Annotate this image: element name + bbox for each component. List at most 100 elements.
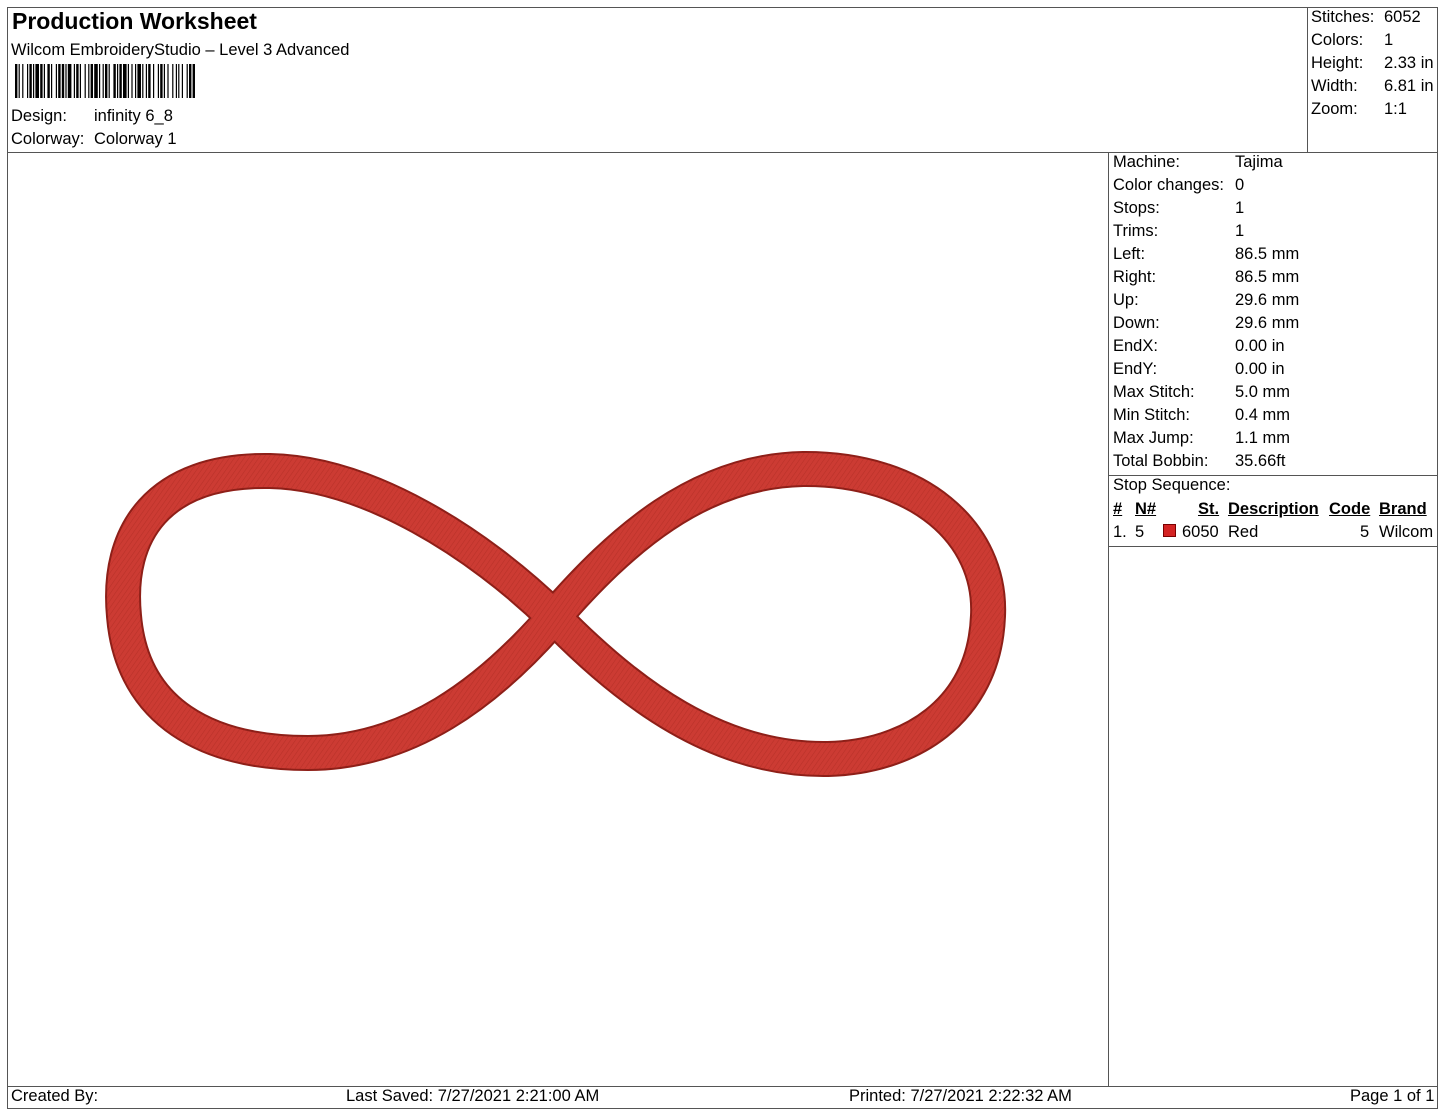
barcode-bar bbox=[61, 64, 65, 98]
detail-label: Color changes: bbox=[1113, 176, 1224, 194]
barcode bbox=[15, 64, 195, 98]
barcode-bar bbox=[58, 64, 61, 98]
stop-row-code: 5 bbox=[1360, 523, 1370, 541]
barcode-bar bbox=[73, 64, 75, 98]
barcode-bar bbox=[160, 64, 163, 98]
created-by: Created By: bbox=[11, 1087, 99, 1105]
barcode-bar bbox=[51, 64, 53, 98]
summary-label: Stitches: bbox=[1311, 8, 1375, 26]
col-header-number: # bbox=[1113, 500, 1123, 518]
detail-label: Max Jump: bbox=[1113, 429, 1194, 447]
barcode-bar bbox=[33, 64, 35, 98]
stop-row-stitch: 6050 bbox=[1182, 523, 1219, 541]
barcode-bar bbox=[76, 64, 79, 98]
detail-value: 0.4 mm bbox=[1235, 406, 1291, 424]
barcode-bar bbox=[105, 64, 108, 98]
barcode-bar bbox=[18, 64, 20, 98]
col-header-code: Code bbox=[1329, 500, 1371, 518]
stop-row-number: 1. bbox=[1113, 523, 1127, 541]
colorway-name: Colorway 1 bbox=[94, 130, 177, 148]
thread-color-swatch bbox=[1163, 524, 1176, 537]
detail-value: 0.00 in bbox=[1235, 360, 1285, 378]
stop-sequence-title: Stop Sequence: bbox=[1113, 476, 1231, 494]
detail-value: 86.5 mm bbox=[1235, 245, 1300, 263]
detail-value: 1 bbox=[1235, 199, 1245, 217]
design-preview bbox=[105, 450, 1007, 778]
summary-value: 1:1 bbox=[1384, 100, 1407, 118]
barcode-bar bbox=[108, 64, 110, 98]
design-label: Design: bbox=[11, 107, 67, 125]
detail-value: 5.0 mm bbox=[1235, 383, 1291, 401]
barcode-bar bbox=[15, 64, 18, 98]
summary-value: 6052 bbox=[1384, 8, 1421, 26]
detail-value: 1 bbox=[1235, 222, 1245, 240]
summary-label: Height: bbox=[1311, 54, 1364, 72]
summary-label: Colors: bbox=[1311, 31, 1364, 49]
barcode-bar bbox=[65, 64, 67, 98]
summary-label: Width: bbox=[1311, 77, 1358, 95]
barcode-bar bbox=[135, 64, 137, 98]
col-header-needle: N# bbox=[1135, 500, 1157, 518]
barcode-bar bbox=[117, 64, 119, 98]
detail-value: 86.5 mm bbox=[1235, 268, 1300, 286]
detail-value: 29.6 mm bbox=[1235, 291, 1300, 309]
colorway-label: Colorway: bbox=[11, 130, 85, 148]
barcode-bar bbox=[131, 64, 133, 98]
barcode-bar bbox=[67, 64, 72, 98]
barcode-bar bbox=[102, 64, 104, 98]
barcode-bar bbox=[119, 64, 122, 98]
panel-divider bbox=[1108, 152, 1109, 1087]
detail-label: Max Stitch: bbox=[1113, 383, 1195, 401]
barcode-bar bbox=[127, 64, 129, 98]
barcode-bar bbox=[40, 64, 43, 98]
footer-divider bbox=[7, 1086, 1438, 1087]
detail-value: 35.66ft bbox=[1235, 452, 1286, 470]
barcode-bar bbox=[189, 64, 192, 98]
barcode-bar bbox=[163, 64, 165, 98]
barcode-bar bbox=[157, 64, 159, 98]
barcode-bar bbox=[88, 64, 90, 98]
barcode-bar bbox=[55, 64, 57, 98]
barcode-bar bbox=[99, 64, 101, 98]
detail-label: EndX: bbox=[1113, 337, 1158, 355]
col-header-brand: Brand bbox=[1379, 500, 1427, 518]
stop-sequence-divider bbox=[1108, 546, 1438, 547]
barcode-bar bbox=[172, 64, 174, 98]
summary-value: 1 bbox=[1384, 31, 1394, 49]
design-name: infinity 6_8 bbox=[94, 107, 173, 125]
barcode-bar bbox=[90, 64, 93, 98]
printed-date: Printed: 7/27/2021 2:22:32 AM bbox=[849, 1087, 1072, 1105]
barcode-bar bbox=[175, 64, 177, 98]
barcode-bar bbox=[22, 64, 24, 98]
detail-value: Tajima bbox=[1235, 153, 1283, 171]
barcode-bar bbox=[142, 64, 144, 98]
detail-label: Down: bbox=[1113, 314, 1160, 332]
summary-value: 2.33 in bbox=[1384, 54, 1434, 72]
detail-label: EndY: bbox=[1113, 360, 1158, 378]
detail-label: Min Stitch: bbox=[1113, 406, 1191, 424]
stop-row-needle: 5 bbox=[1135, 523, 1145, 541]
barcode-bar bbox=[178, 64, 180, 98]
page-number: Page 1 of 1 bbox=[1350, 1087, 1435, 1105]
summary-divider bbox=[1307, 7, 1308, 153]
barcode-bar bbox=[27, 64, 29, 98]
detail-value: 29.6 mm bbox=[1235, 314, 1300, 332]
col-header-stitch: St. bbox=[1198, 500, 1220, 518]
barcode-bar bbox=[29, 64, 32, 98]
barcode-bar bbox=[148, 64, 151, 98]
detail-label: Trims: bbox=[1113, 222, 1159, 240]
barcode-bar bbox=[84, 64, 86, 98]
stop-row-brand: Wilcom bbox=[1379, 523, 1434, 541]
page-title: Production Worksheet bbox=[12, 8, 257, 34]
barcode-bar bbox=[145, 64, 147, 98]
barcode-bar bbox=[137, 64, 141, 98]
detail-value: 0 bbox=[1235, 176, 1245, 194]
barcode-bar bbox=[43, 64, 45, 98]
barcode-bar bbox=[153, 64, 155, 98]
stop-row-description: Red bbox=[1228, 523, 1259, 541]
summary-value: 6.81 in bbox=[1384, 77, 1434, 95]
barcode-bar bbox=[167, 64, 169, 98]
barcode-bar bbox=[192, 64, 195, 98]
barcode-bar bbox=[35, 64, 39, 98]
infinity-shape bbox=[107, 452, 1005, 776]
